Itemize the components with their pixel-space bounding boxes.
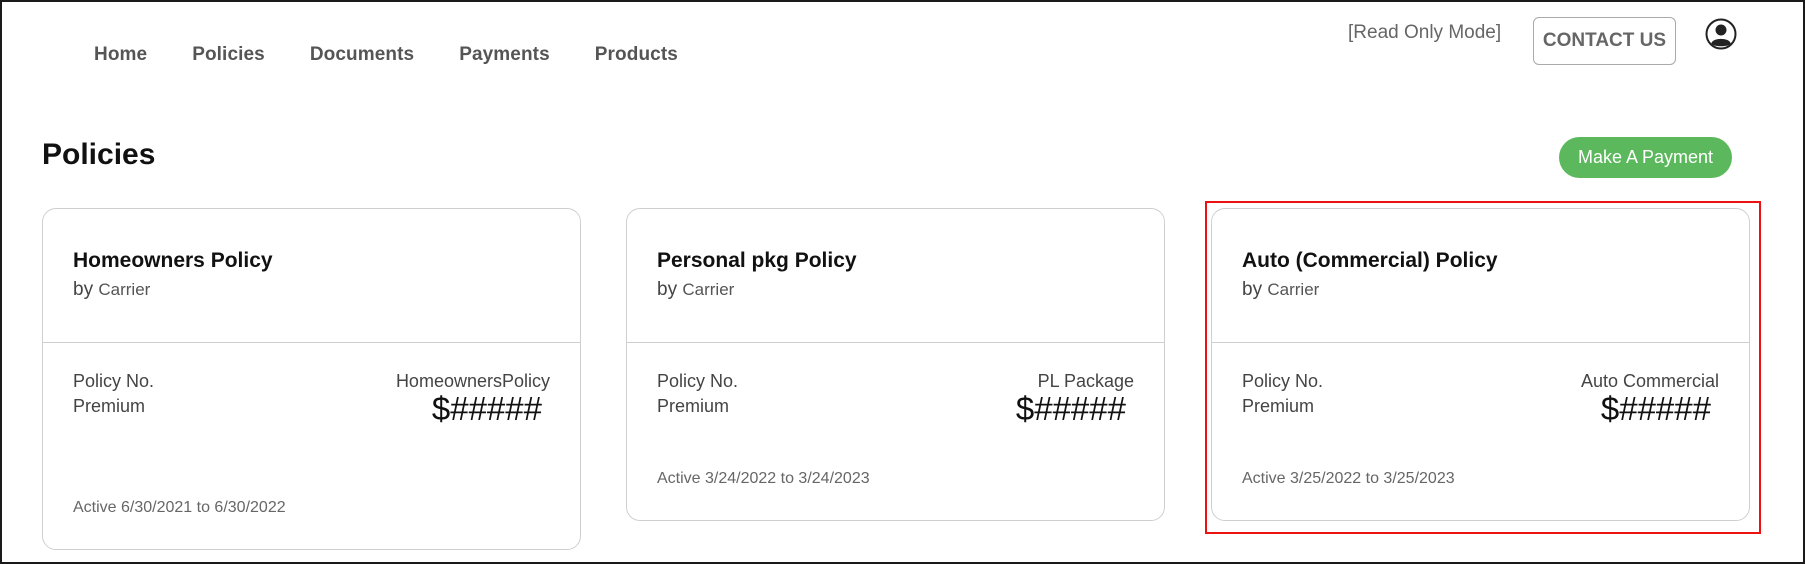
policy-card-header: Homeowners Policy by Carrier	[43, 209, 580, 343]
policy-card-header: Auto (Commercial) Policy by Carrier	[1212, 209, 1749, 343]
premium-value: $#####	[1600, 390, 1711, 427]
premium-label: Premium	[73, 396, 146, 416]
policy-active-dates: Active 3/25/2022 to 3/25/2023	[1242, 470, 1455, 487]
policy-name: Auto (Commercial) Policy	[1242, 249, 1498, 272]
policy-card-body: Policy No. HomeownersPolicy Premium $###…	[43, 343, 580, 549]
user-circle-icon[interactable]	[1705, 18, 1737, 50]
nav-products[interactable]: Products	[595, 44, 678, 66]
policy-carrier-line: by Carrier	[657, 279, 1134, 301]
policy-no-value: Auto Commercial	[1580, 371, 1719, 391]
policy-card-personal-pkg[interactable]: Personal pkg Policy by Carrier Policy No…	[626, 208, 1165, 521]
policy-no-label: Policy No.	[657, 371, 739, 391]
policy-name: Personal pkg Policy	[657, 249, 857, 272]
premium-label: Premium	[657, 396, 730, 416]
app-frame: Home Policies Documents Payments Product…	[0, 0, 1805, 564]
policy-no-label: Policy No.	[1242, 371, 1324, 391]
policy-name: Homeowners Policy	[73, 249, 273, 272]
contact-us-button[interactable]: CONTACT US	[1533, 17, 1676, 65]
by-label: by	[657, 279, 678, 300]
nav-documents[interactable]: Documents	[310, 44, 414, 66]
policy-active-dates: Active 6/30/2021 to 6/30/2022	[73, 499, 286, 516]
carrier-name: Carrier	[682, 280, 735, 299]
policy-card-homeowners[interactable]: Homeowners Policy by Carrier Policy No. …	[42, 208, 581, 550]
nav-payments[interactable]: Payments	[459, 44, 550, 66]
premium-label: Premium	[1242, 396, 1315, 416]
nav-policies[interactable]: Policies	[192, 44, 265, 66]
policy-card-body: Policy No. PL Package Premium $##### Act…	[627, 343, 1164, 520]
premium-value: $#####	[431, 390, 542, 427]
policy-carrier-line: by Carrier	[73, 279, 550, 301]
policy-active-dates: Active 3/24/2022 to 3/24/2023	[657, 470, 870, 487]
by-label: by	[1242, 279, 1263, 300]
nav-home[interactable]: Home	[94, 44, 147, 66]
policy-card-header: Personal pkg Policy by Carrier	[627, 209, 1164, 343]
top-nav: Home Policies Documents Payments Product…	[94, 44, 723, 66]
policy-carrier-line: by Carrier	[1242, 279, 1719, 301]
policy-no-value: PL Package	[1037, 371, 1134, 391]
make-payment-button[interactable]: Make A Payment	[1559, 137, 1732, 178]
page-title: Policies	[42, 138, 156, 171]
premium-value: $#####	[1015, 390, 1126, 427]
policy-no-value: HomeownersPolicy	[395, 371, 550, 391]
policy-card-auto-commercial[interactable]: Auto (Commercial) Policy by Carrier Poli…	[1211, 208, 1750, 521]
policy-card-body: Policy No. Auto Commercial Premium $####…	[1212, 343, 1749, 520]
carrier-name: Carrier	[1267, 280, 1320, 299]
by-label: by	[73, 279, 94, 300]
read-only-mode-label: [Read Only Mode]	[1348, 22, 1502, 43]
carrier-name: Carrier	[98, 280, 151, 299]
policy-no-label: Policy No.	[73, 371, 155, 391]
